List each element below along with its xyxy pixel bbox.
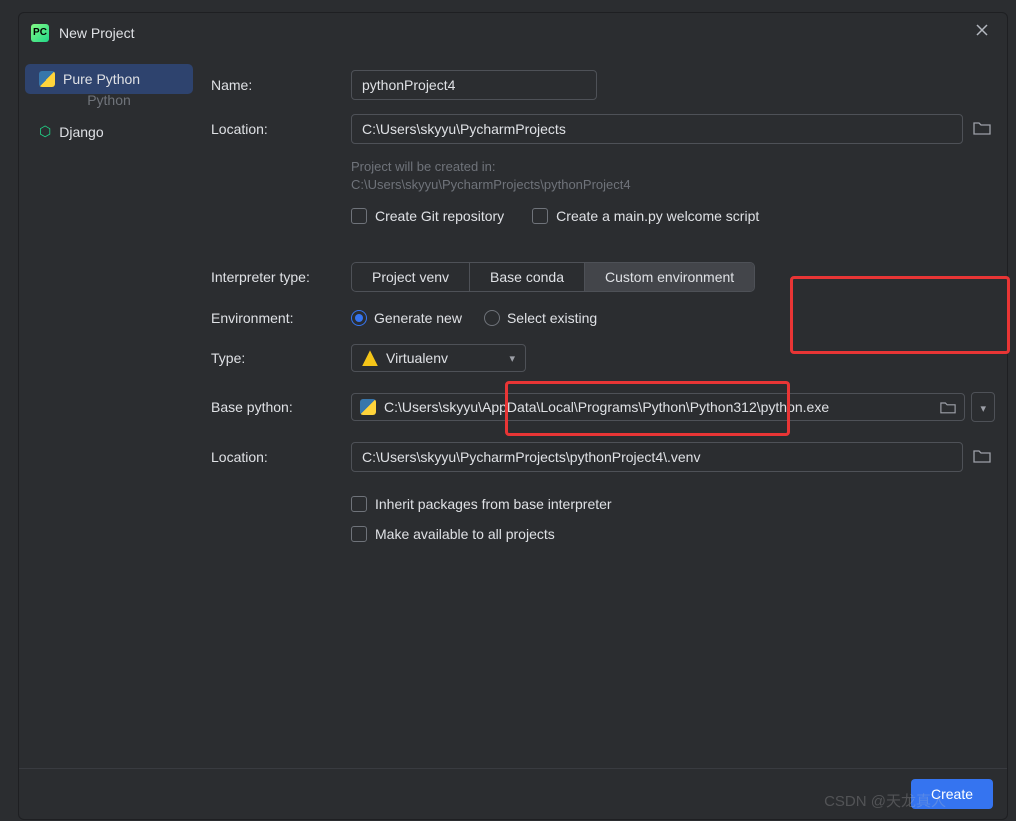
pycharm-icon: PC <box>31 24 49 42</box>
seg-custom-environment[interactable]: Custom environment <box>585 263 754 291</box>
welcome-script-checkbox[interactable]: Create a main.py welcome script <box>532 208 759 224</box>
chevron-down-icon: ▾ <box>509 352 515 365</box>
sidebar-item-label: Django <box>59 124 103 140</box>
dropdown-value: Virtualenv <box>386 350 448 366</box>
sidebar-item-label: Pure Python <box>63 71 140 87</box>
chevron-down-icon: ▾ <box>980 403 986 415</box>
checkbox-box <box>351 526 367 542</box>
new-project-dialog: PC New Project Pure Python Python ⬡ Djan… <box>18 12 1008 820</box>
python-icon <box>360 399 376 415</box>
make-available-checkbox[interactable]: Make available to all projects <box>351 526 995 542</box>
name-label: Name: <box>211 77 351 93</box>
close-icon <box>975 23 989 37</box>
checkbox-label: Create a main.py welcome script <box>556 208 759 224</box>
location-input[interactable] <box>351 114 963 144</box>
python-icon <box>39 71 55 87</box>
radio-generate-new[interactable]: Generate new <box>351 310 462 326</box>
base-python-dropdown-button[interactable]: ▾ <box>971 392 995 422</box>
browse-venv-location-button[interactable] <box>969 444 995 470</box>
type-dropdown[interactable]: Virtualenv ▾ <box>351 344 526 372</box>
base-python-label: Base python: <box>211 399 351 415</box>
close-button[interactable] <box>969 21 995 44</box>
venv-location-input[interactable] <box>351 442 963 472</box>
base-python-field[interactable]: C:\Users\skyyu\AppData\Local\Programs\Py… <box>351 393 965 421</box>
radio-label: Select existing <box>507 310 597 326</box>
sidebar-ghost-label: Python <box>19 92 199 108</box>
environment-label: Environment: <box>211 310 351 326</box>
checkbox-label: Make available to all projects <box>375 526 555 542</box>
interpreter-type-segmented: Project venv Base conda Custom environme… <box>351 262 755 292</box>
name-input[interactable] <box>351 70 597 100</box>
create-button[interactable]: Create <box>911 779 993 809</box>
seg-project-venv[interactable]: Project venv <box>352 263 470 291</box>
base-python-path: C:\Users\skyyu\AppData\Local\Programs\Py… <box>384 399 932 415</box>
checkbox-box <box>351 496 367 512</box>
checkbox-box <box>351 208 367 224</box>
inherit-packages-checkbox[interactable]: Inherit packages from base interpreter <box>351 496 995 512</box>
dialog-footer: Create <box>19 768 1007 819</box>
browse-location-button[interactable] <box>969 116 995 142</box>
type-label: Type: <box>211 350 351 366</box>
checkbox-label: Create Git repository <box>375 208 504 224</box>
venv-location-label: Location: <box>211 449 351 465</box>
sidebar-item-django[interactable]: ⬡ Django <box>25 116 193 147</box>
folder-icon <box>973 120 991 135</box>
radio-select-existing[interactable]: Select existing <box>484 310 597 326</box>
git-checkbox[interactable]: Create Git repository <box>351 208 504 224</box>
seg-base-conda[interactable]: Base conda <box>470 263 585 291</box>
folder-icon <box>940 400 956 414</box>
virtualenv-icon <box>362 350 378 366</box>
checkbox-label: Inherit packages from base interpreter <box>375 496 612 512</box>
main-panel: Name: Location: Project will be created … <box>199 52 1007 768</box>
project-path-hint: Project will be created in: C:\Users\sky… <box>351 158 995 194</box>
window-title: New Project <box>59 25 134 41</box>
location-label: Location: <box>211 121 351 137</box>
sidebar: Pure Python Python ⬡ Django <box>19 52 199 768</box>
radio-circle <box>484 310 500 326</box>
checkbox-box <box>532 208 548 224</box>
radio-circle <box>351 310 367 326</box>
interpreter-type-label: Interpreter type: <box>211 269 351 285</box>
django-icon: ⬡ <box>39 123 51 140</box>
folder-icon <box>973 448 991 463</box>
sidebar-item-pure-python[interactable]: Pure Python <box>25 64 193 94</box>
titlebar: PC New Project <box>19 13 1007 52</box>
radio-label: Generate new <box>374 310 462 326</box>
